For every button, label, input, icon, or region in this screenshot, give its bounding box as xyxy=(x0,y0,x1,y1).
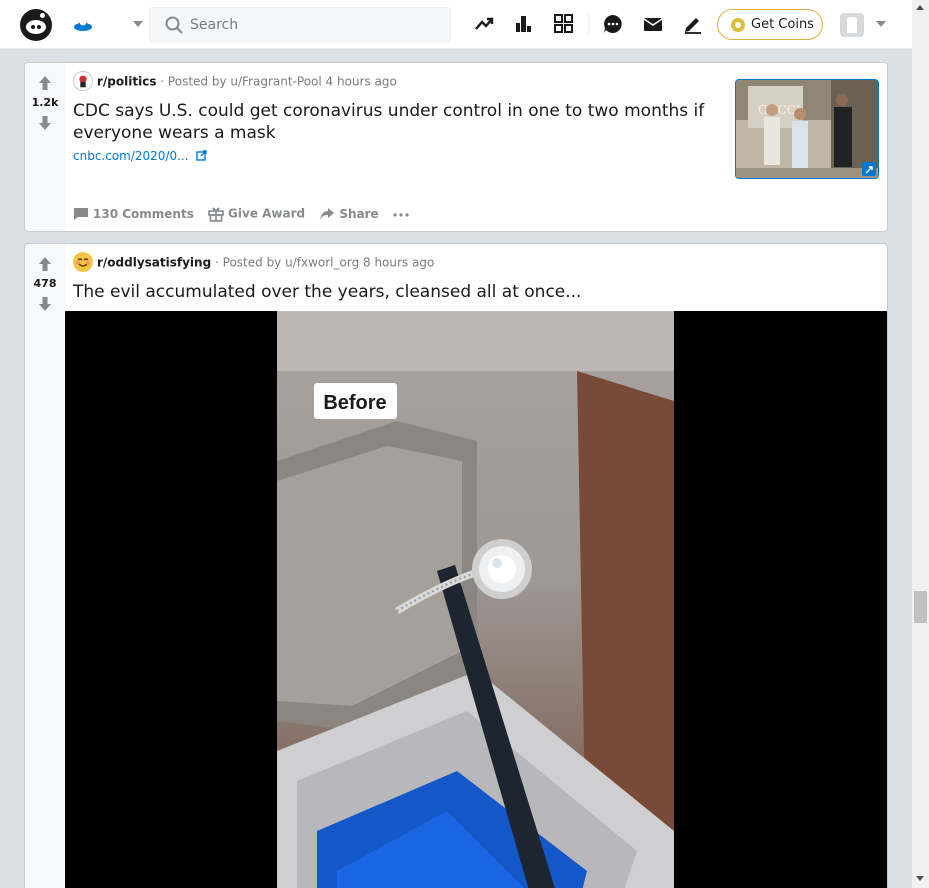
popular-trending-icon[interactable] xyxy=(473,13,495,35)
subreddit-politics-icon[interactable] xyxy=(73,71,93,91)
external-link[interactable]: cnbc.com/2020/0... xyxy=(73,149,208,163)
upvote-arrow-icon[interactable] xyxy=(38,75,52,91)
post-title[interactable]: The evil accumulated over the years, cle… xyxy=(73,281,833,303)
post-meta: r/politics · Posted by u/Fragrant-Pool 4… xyxy=(73,71,397,92)
posted-by[interactable]: · Posted by u/fxworl_org 8 hours ago xyxy=(215,256,434,270)
post-title[interactable]: CDC says U.S. could get coronavirus unde… xyxy=(73,100,723,144)
header-divider xyxy=(588,12,589,38)
video-caption: Before xyxy=(323,392,386,414)
post-card[interactable]: 478 r/oddlysatisfying · Posted by u/fxwo… xyxy=(24,243,888,888)
vote-column: 1.2k xyxy=(25,63,65,231)
create-post-pencil-icon[interactable] xyxy=(682,13,704,35)
video-frame: Before xyxy=(277,311,674,888)
more-options-button[interactable] xyxy=(393,207,413,221)
page-scrollbar[interactable] xyxy=(912,0,929,888)
link-domain[interactable]: cnbc.com/2020/0... xyxy=(73,149,189,163)
reddit-logo-icon[interactable] xyxy=(20,9,52,41)
user-avatar[interactable] xyxy=(840,13,864,37)
search-bar[interactable] xyxy=(149,7,451,42)
comments-label: 130 Comments xyxy=(93,206,194,221)
subreddit-link[interactable]: r/oddlysatisfying xyxy=(97,256,211,270)
comments-button[interactable]: 130 Comments xyxy=(73,207,194,222)
give-award-button[interactable]: Give Award xyxy=(208,206,305,222)
external-link-icon xyxy=(196,150,208,161)
coin-icon xyxy=(731,18,745,32)
all-leaderboard-icon[interactable] xyxy=(513,13,535,35)
downvote-arrow-icon[interactable] xyxy=(38,115,52,131)
post-meta: r/oddlysatisfying · Posted by u/fxworl_o… xyxy=(73,252,434,273)
scroll-down-arrow-icon[interactable] xyxy=(916,876,924,881)
mail-icon[interactable] xyxy=(642,13,664,35)
posted-by[interactable]: · Posted by u/Fragrant-Pool 4 hours ago xyxy=(160,75,397,89)
scroll-up-arrow-icon[interactable] xyxy=(916,5,924,10)
post-card[interactable]: 1.2k r/politics · Posted by u/Fragrant-P… xyxy=(24,62,888,232)
more-dots-icon xyxy=(393,212,409,217)
post-actions: 130 Comments Give Award Share xyxy=(73,206,423,222)
subreddit-link[interactable]: r/politics xyxy=(97,75,156,89)
search-icon xyxy=(165,16,183,34)
give-award-label: Give Award xyxy=(228,206,306,221)
comment-icon xyxy=(74,208,88,221)
subreddit-oddlysatisfying-icon[interactable] xyxy=(73,252,93,272)
get-coins-button[interactable]: Get Coins xyxy=(717,9,823,40)
top-header: Get Coins xyxy=(0,0,912,49)
get-coins-label: Get Coins xyxy=(751,17,814,32)
post-thumbnail[interactable]: GUCCI xyxy=(735,79,879,179)
video-player[interactable]: Before xyxy=(65,311,887,888)
vote-score: 478 xyxy=(33,277,57,290)
thumbnail-image: GUCCI xyxy=(736,80,878,178)
expand-link-icon[interactable] xyxy=(862,162,876,176)
upvote-arrow-icon[interactable] xyxy=(38,256,52,272)
chat-icon[interactable] xyxy=(602,13,624,35)
share-button[interactable]: Share xyxy=(319,206,379,222)
search-input[interactable] xyxy=(190,8,440,41)
rpan-icon[interactable] xyxy=(553,13,575,35)
share-arrow-icon xyxy=(320,208,335,221)
chevron-down-icon[interactable] xyxy=(133,21,143,27)
vote-column: 478 xyxy=(25,244,65,888)
downvote-arrow-icon[interactable] xyxy=(38,296,52,312)
home-feed-icon[interactable] xyxy=(72,13,94,35)
vote-score: 1.2k xyxy=(31,96,59,109)
user-menu-chevron-down-icon[interactable] xyxy=(876,21,886,27)
scrollbar-thumb[interactable] xyxy=(914,591,927,623)
share-label: Share xyxy=(339,206,379,221)
gift-icon xyxy=(208,207,224,222)
